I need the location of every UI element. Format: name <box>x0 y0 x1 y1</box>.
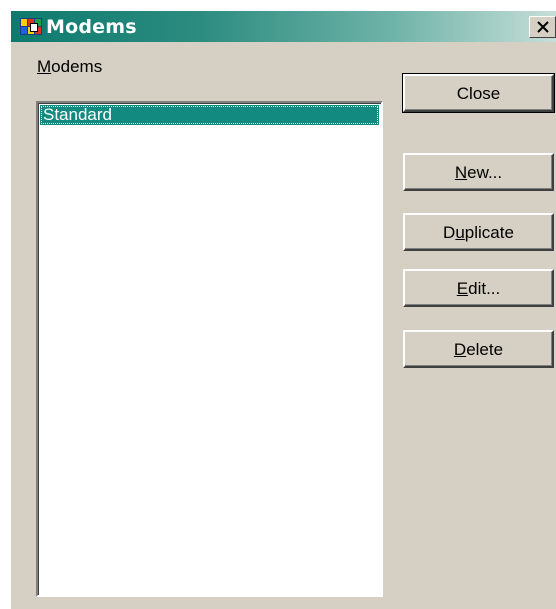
edit-mnemonic: E <box>456 278 469 298</box>
new-button[interactable]: New... <box>403 153 554 191</box>
delete-button[interactable]: Delete <box>403 330 554 368</box>
list-item-standard[interactable]: Standard <box>40 105 379 125</box>
delete-mnemonic: D <box>453 339 467 359</box>
modems-dialog: Modems Modems Standard Close New... Dupl… <box>9 9 556 609</box>
close-label: Close <box>456 83 501 103</box>
modems-label-rest: odems <box>51 57 103 76</box>
close-button[interactable]: Close <box>402 73 555 113</box>
edit-button[interactable]: Edit... <box>403 269 554 307</box>
modems-app-icon <box>20 18 42 35</box>
modems-listbox[interactable]: Standard <box>36 101 383 597</box>
title-bar[interactable]: Modems <box>11 11 556 42</box>
duplicate-label-rest: plicate <box>464 222 514 242</box>
duplicate-label-pre: D <box>443 222 456 242</box>
delete-label-rest: elete <box>466 339 504 359</box>
window-title: Modems <box>46 16 137 38</box>
window-close-button[interactable] <box>529 16 556 38</box>
new-label-rest: ew... <box>467 162 503 182</box>
modems-list-label: Modems <box>37 57 102 77</box>
modems-label-mnemonic: M <box>37 57 52 76</box>
edit-label-rest: dit... <box>468 278 501 298</box>
duplicate-button[interactable]: Duplicate <box>403 213 554 251</box>
close-icon <box>537 21 549 33</box>
duplicate-mnemonic: u <box>455 222 465 242</box>
new-mnemonic: N <box>454 162 468 182</box>
